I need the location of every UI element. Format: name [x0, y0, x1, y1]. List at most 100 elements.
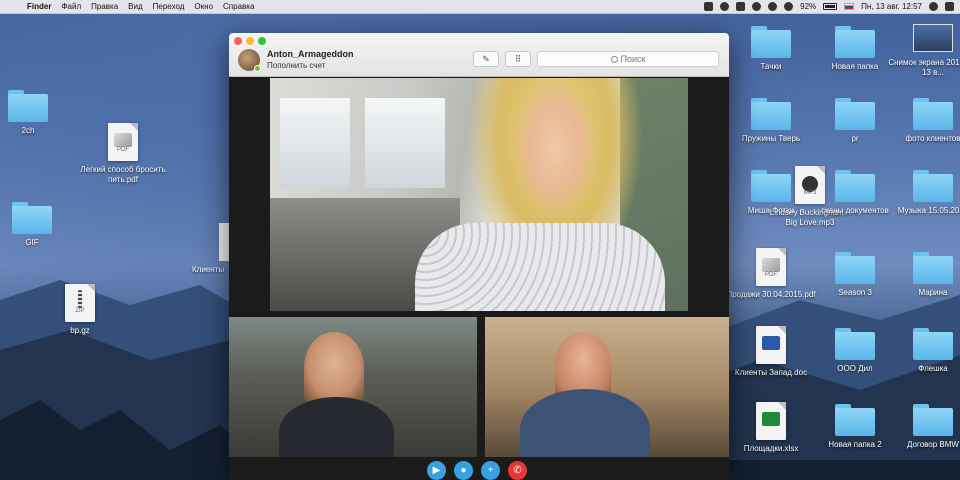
desktop-icon-label: ООО Дил	[837, 364, 873, 373]
folder-icon	[913, 252, 953, 284]
screenshot-thumbnail-icon	[913, 24, 953, 52]
menu-file[interactable]: Файл	[56, 2, 86, 11]
office-background	[280, 98, 350, 188]
folder-icon	[751, 98, 791, 130]
desktop-icon-label: Флешка	[918, 364, 948, 373]
airplay-icon[interactable]	[736, 2, 746, 11]
desktop-icon-new-folder[interactable]: Новая папка	[810, 26, 900, 72]
search-field[interactable]: Поиск	[537, 51, 719, 67]
zoom-window-button[interactable]	[258, 37, 266, 45]
hang-up-button[interactable]: ✆	[508, 461, 527, 480]
folder-icon	[835, 252, 875, 284]
desktop-icon-clients-west-doc[interactable]: Клиенты Запад.doc	[726, 326, 816, 378]
desktop-icon-label: Музыка 15.05.2016	[897, 206, 960, 215]
spotlight-icon[interactable]	[929, 2, 938, 11]
folder-icon	[913, 404, 953, 436]
desktop-icon-bp-gz[interactable]: ZIP bp.gz	[35, 284, 125, 336]
close-window-button[interactable]	[234, 37, 242, 45]
skype-icon[interactable]	[720, 2, 730, 11]
desktop-icon-bmw-contract[interactable]: Договор BMW	[888, 404, 960, 450]
zip-file-icon: ZIP	[65, 284, 95, 322]
desktop-icon-client-photos[interactable]: фото клиентов	[888, 98, 960, 144]
desktop-icon-music-2016[interactable]: Музыка 15.05.2016	[888, 170, 960, 216]
add-participant-button[interactable]: +	[481, 461, 500, 480]
desktop-icon-label: Пружины Тверь	[741, 134, 801, 143]
desktop-icon-label: Площадки.xlsx	[743, 444, 799, 453]
main-video-feed	[270, 78, 688, 311]
desktop-icon-flash-drive[interactable]: Флешка	[888, 328, 960, 374]
video-toggle-button[interactable]: ▶	[427, 461, 446, 480]
desktop-icon-label: сканы документов	[821, 206, 889, 215]
desktop-icon-label: Новая папка	[831, 62, 879, 71]
desktop-icon-season-3[interactable]: Season 3	[810, 252, 900, 298]
battery-icon[interactable]	[823, 3, 838, 10]
office-background	[365, 98, 445, 188]
menu-window[interactable]: Окно	[189, 2, 218, 11]
notes-icon[interactable]	[704, 2, 714, 11]
desktop-icon-label: GIF	[25, 238, 39, 247]
input-language-flag-icon[interactable]	[844, 3, 855, 10]
participant-shirt	[415, 223, 665, 311]
desktop-icon-ooo-dil[interactable]: ООО Дил	[810, 328, 900, 374]
desktop-icon-scans[interactable]: сканы документов	[810, 170, 900, 216]
wifi-icon[interactable]	[768, 2, 778, 11]
folder-icon	[835, 98, 875, 130]
participant-body	[520, 389, 650, 457]
minimize-window-button[interactable]	[246, 37, 254, 45]
desktop-icon-label: Договор BMW	[907, 440, 959, 449]
folder-icon	[835, 170, 875, 202]
clock[interactable]: Пн, 13 авг. 12:57	[861, 2, 922, 11]
status-area: 92% Пн, 13 авг. 12:57	[697, 2, 960, 11]
folder-icon	[8, 90, 48, 122]
excel-spreadsheet-icon	[756, 402, 786, 440]
desktop-icon-marina[interactable]: Марина	[888, 252, 960, 298]
desktop-icon-gif[interactable]: GIF	[0, 202, 77, 248]
desktop-icon-label: Season 3	[838, 288, 872, 297]
folder-icon	[913, 170, 953, 202]
participant-body	[279, 397, 394, 457]
desktop-icon-label: Марина	[918, 288, 948, 297]
menu-go[interactable]: Переход	[148, 2, 190, 11]
desktop-icon-sales-pdf[interactable]: PDF Продажи 30.04.2015.pdf	[726, 248, 816, 300]
call-controls: ▶ ● + ✆	[229, 457, 729, 480]
desktop-icon-label: bp.gz	[70, 326, 90, 335]
desktop-icon-springs-tver[interactable]: Пружины Тверь	[726, 98, 816, 144]
folder-icon	[913, 328, 953, 360]
top-up-balance-link[interactable]: Пополнить счет	[267, 61, 325, 70]
desktop-icon-pdf-quit-drinking[interactable]: PDF Легкий способ бросить пить.pdf	[78, 123, 168, 185]
desktop-icon-label: Продажи 30.04.2015.pdf	[726, 290, 816, 299]
folder-icon	[835, 328, 875, 360]
microphone-button[interactable]: ●	[454, 461, 473, 480]
desktop-icon-label: Снимок экрана 2015-11-13 в...	[888, 58, 960, 77]
desktop-icon-label: Клиенты Запад.doc	[734, 368, 808, 377]
bluetooth-icon[interactable]	[752, 2, 762, 11]
desktop-icon-label: Новая папка 2	[828, 440, 882, 449]
contact-avatar[interactable]	[238, 49, 261, 72]
contact-name[interactable]: Anton_Armageddon	[267, 49, 354, 59]
menu-finder[interactable]: Finder	[22, 2, 56, 11]
compose-button[interactable]: ✎	[473, 51, 499, 67]
menu-help[interactable]: Справка	[218, 2, 259, 11]
pdf-file-icon: PDF	[108, 123, 138, 161]
desktop-icon-2ch[interactable]: 2ch	[0, 90, 73, 136]
dialpad-button[interactable]: ⠿	[505, 51, 531, 67]
pdf-file-icon: PDF	[756, 248, 786, 286]
desktop-icon-venues-xlsx[interactable]: Площадки.xlsx	[726, 402, 816, 454]
menu-bar: Finder Файл Правка Вид Переход Окно Спра…	[0, 0, 960, 14]
online-status-icon	[254, 65, 261, 72]
battery-percent[interactable]: 92%	[800, 2, 816, 11]
desktop-icon-pr[interactable]: pr	[810, 98, 900, 144]
video-call-window[interactable]: Anton_Armageddon Пополнить счет ✎ ⠿ Поис…	[229, 33, 729, 480]
volume-icon[interactable]	[784, 2, 794, 11]
desktop-icon-label: Тачки	[760, 62, 782, 71]
desktop-icon-new-folder-2[interactable]: Новая папка 2	[810, 404, 900, 450]
desktop-icon-cars[interactable]: Тачки	[726, 26, 816, 72]
word-document-icon	[756, 326, 786, 364]
desktop-icon-screenshot[interactable]: Снимок экрана 2015-11-13 в...	[888, 22, 960, 78]
call-window-titlebar[interactable]: Anton_Armageddon Пополнить счет ✎ ⠿ Поис…	[229, 33, 729, 77]
notification-center-icon[interactable]	[945, 2, 954, 11]
folder-icon	[12, 202, 52, 234]
menu-edit[interactable]: Правка	[86, 2, 123, 11]
search-icon	[610, 56, 618, 63]
menu-view[interactable]: Вид	[123, 2, 147, 11]
